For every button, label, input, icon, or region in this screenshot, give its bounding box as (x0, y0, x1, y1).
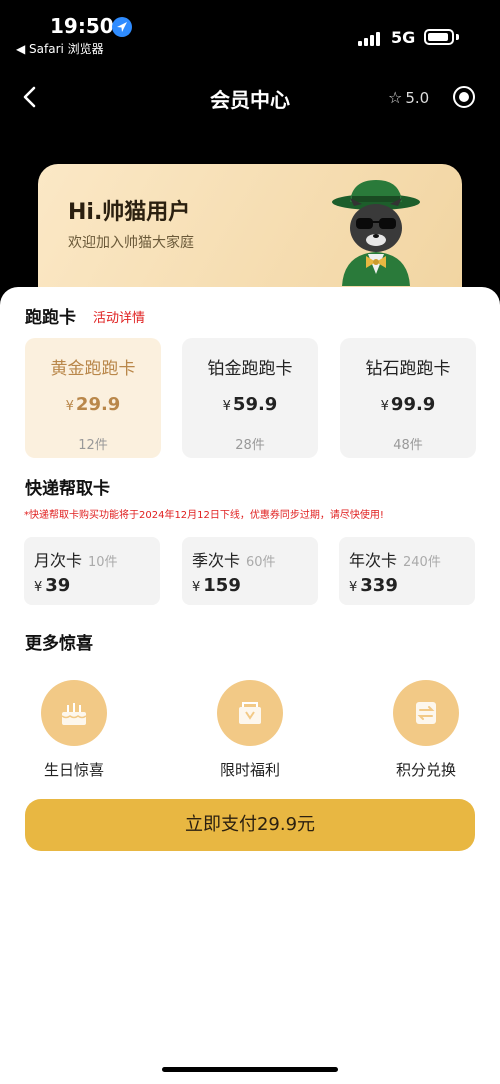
express-card-name: 年次卡 240件 (349, 551, 441, 570)
express-card-yearly[interactable]: 年次卡 240件 ¥339 (339, 537, 475, 605)
rating[interactable]: ☆ 5.0 (388, 88, 429, 107)
run-card-name: 黄金跑跑卡 (50, 359, 136, 379)
gift-voucher-icon (217, 680, 283, 746)
activity-details-link[interactable]: 活动详情 (93, 307, 145, 326)
run-card-price: ¥29.9 (65, 394, 121, 415)
birthday-surprise-item[interactable]: 生日惊喜 (14, 680, 134, 780)
welcome-text: 欢迎加入帅猫大家庭 (68, 235, 194, 251)
express-card-name: 月次卡 10件 (34, 551, 118, 570)
express-card-count: 240件 (403, 555, 441, 570)
run-card-name: 钻石跑跑卡 (365, 359, 451, 379)
exchange-icon (393, 680, 459, 746)
pay-now-button[interactable]: 立即支付29.9元 (25, 799, 475, 851)
points-exchange-label: 积分兑换 (395, 761, 456, 779)
birthday-cake-icon (41, 680, 107, 746)
status-bar: 19:50 ◀ Safari 浏览器 5G (0, 0, 500, 60)
run-card-gold[interactable]: 黄金跑跑卡 ¥29.9 12件 (25, 338, 161, 458)
run-card-price: ¥59.9 (222, 394, 278, 415)
express-card-price: ¥159 (192, 575, 241, 596)
membership-sheet: 跑跑卡 活动详情 黄金跑跑卡 ¥29.9 12件 铂金跑跑卡 ¥59.9 28件… (0, 287, 500, 1084)
network-type: 5G (391, 28, 416, 47)
express-card-count: 60件 (246, 555, 276, 570)
run-card-count: 12件 (78, 438, 108, 453)
cat-mascot-icon (332, 180, 420, 286)
express-card-name: 季次卡 60件 (192, 551, 276, 570)
limited-welfare-label: 限时福利 (219, 761, 280, 779)
location-arrow-icon (112, 17, 132, 37)
express-notice: *快递帮取卡购买功能将于2024年12月12日下线，优惠券同步过期，请尽快使用! (24, 510, 384, 521)
points-exchange-item[interactable]: 积分兑换 (366, 680, 486, 780)
express-card-count: 10件 (88, 555, 118, 570)
express-card-monthly[interactable]: 月次卡 10件 ¥39 (24, 537, 160, 605)
signal-icon (358, 32, 384, 46)
user-greeting: Hi.帅猫用户 (68, 200, 191, 225)
run-card-count: 28件 (235, 438, 265, 453)
run-card-name: 铂金跑跑卡 (207, 359, 293, 379)
star-icon: ☆ (388, 88, 403, 107)
record-target-icon[interactable] (453, 86, 475, 108)
birthday-surprise-label: 生日惊喜 (43, 761, 104, 779)
run-card-count: 48件 (393, 438, 423, 453)
battery-icon (424, 29, 454, 45)
run-card-diamond[interactable]: 钻石跑跑卡 ¥99.9 48件 (340, 338, 476, 458)
run-card-price: ¥99.9 (380, 394, 436, 415)
battery-tip (456, 34, 459, 40)
status-time: 19:50 (50, 14, 114, 38)
home-indicator (162, 1067, 338, 1072)
express-card-price: ¥339 (349, 575, 398, 596)
nav-bar: 会员中心 ☆ 5.0 (0, 70, 500, 124)
more-section-title: 更多惊喜 (25, 634, 93, 654)
express-card-quarterly[interactable]: 季次卡 60件 ¥159 (182, 537, 318, 605)
limited-welfare-item[interactable]: 限时福利 (190, 680, 310, 780)
rating-value: 5.0 (405, 89, 430, 107)
express-section-title: 快递帮取卡 (25, 479, 110, 499)
run-card-platinum[interactable]: 铂金跑跑卡 ¥59.9 28件 (182, 338, 318, 458)
express-card-price: ¥39 (34, 575, 71, 596)
back-to-safari-link[interactable]: ◀ Safari 浏览器 (16, 40, 104, 57)
run-card-section-title: 跑跑卡 (25, 308, 76, 328)
